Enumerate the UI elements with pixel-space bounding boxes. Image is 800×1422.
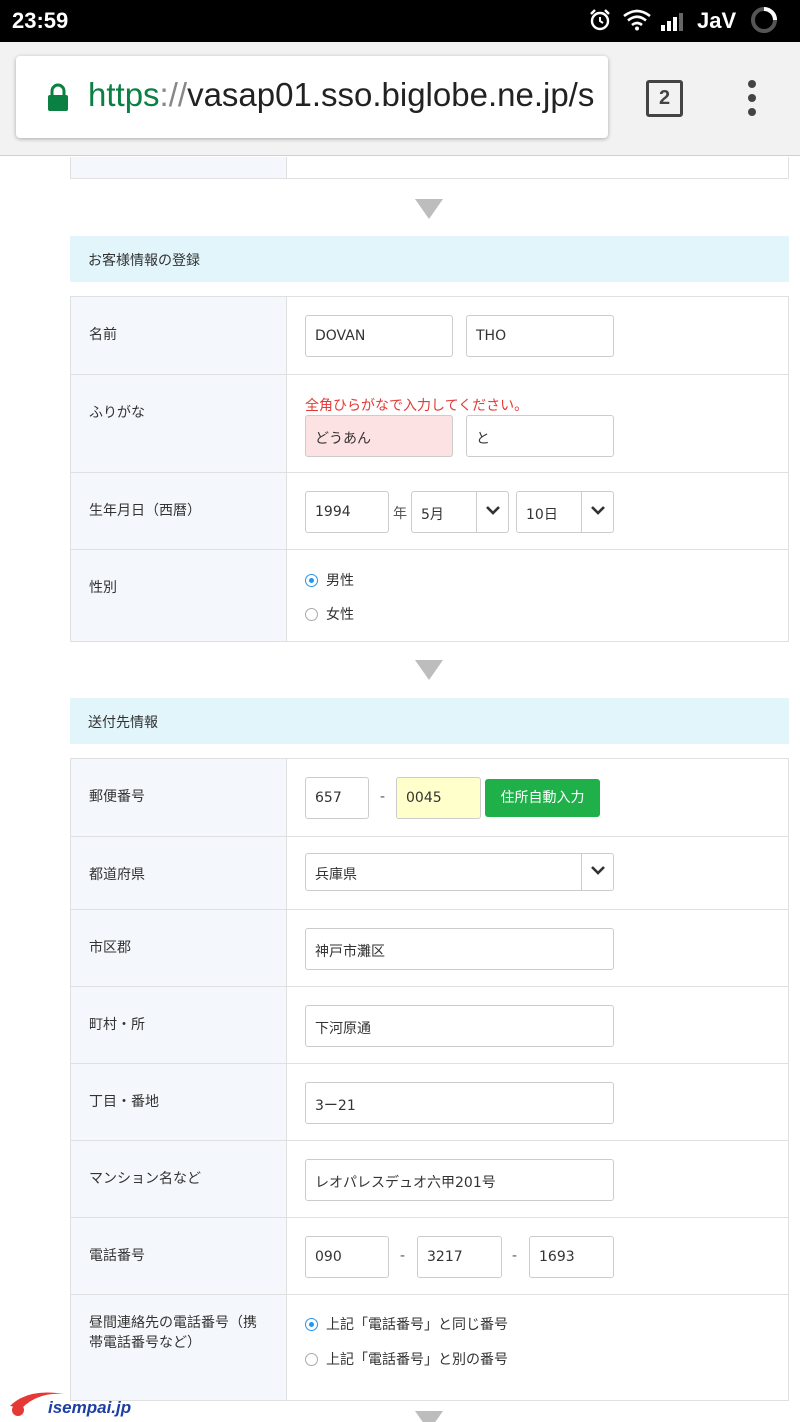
signal-icon — [661, 13, 683, 31]
overflow-menu-icon[interactable] — [744, 80, 760, 120]
url-host: vasap01.sso.biglobe.ne.jp/s — [187, 76, 595, 113]
postal-label: 郵便番号 — [71, 759, 287, 836]
furigana-error-message: 全角ひらがなで入力してください。 — [305, 398, 529, 414]
url-separator: :// — [159, 76, 188, 113]
watermark-text: isempai.jp — [48, 1398, 132, 1417]
gender-label: 性別 — [71, 550, 287, 641]
town-label: 町村・所 — [71, 987, 287, 1063]
watermark-logo: isempai.jp — [8, 1384, 132, 1422]
building-input[interactable]: レオパレスデュオ六甲201号 — [305, 1159, 614, 1201]
daytime-phone-same-radio[interactable]: 上記「電話番号」と同じ番号 — [305, 1314, 508, 1334]
year-unit: 年 — [393, 506, 407, 522]
status-bar: 23:59 JaV — [0, 0, 800, 42]
building-row: マンション名など レオパレスデュオ六甲201号 — [71, 1140, 788, 1217]
carrier-label: JaV — [697, 8, 737, 33]
address-bar[interactable]: https://vasap01.sso.biglobe.ne.jp/s — [16, 56, 608, 138]
chevron-down-icon — [476, 492, 508, 532]
phone-dash-1: - — [400, 1248, 406, 1264]
city-label: 市区郡 — [71, 910, 287, 986]
birth-day-select[interactable]: 10日 — [516, 491, 614, 533]
page-content: お客様情報の登録 名前 DOVAN THO ふりがな 全角ひらがなで入力してくだ… — [0, 157, 800, 1422]
name-label: 名前 — [71, 297, 287, 374]
birth-month-value: 5月 — [421, 507, 444, 523]
shipping-form-table: 郵便番号 657 - 0045 住所自動入力 都道府県 兵庫県 市区郡 神戸市灘… — [70, 758, 789, 1401]
block-row: 丁目・番地 3ー21 — [71, 1063, 788, 1140]
block-input[interactable]: 3ー21 — [305, 1082, 614, 1124]
step-arrow-icon — [415, 199, 443, 219]
last-name-input[interactable]: DOVAN — [305, 315, 453, 357]
city-input[interactable]: 神戸市灘区 — [305, 928, 614, 970]
birth-day-value: 10日 — [526, 507, 558, 523]
section-header-shipping: 送付先情報 — [70, 698, 789, 744]
prefecture-select[interactable]: 兵庫県 — [305, 853, 614, 891]
step-arrow-icon — [415, 1411, 443, 1422]
phone-part3-input[interactable]: 1693 — [529, 1236, 614, 1278]
url-text: https://vasap01.sso.biglobe.ne.jp/s — [88, 76, 594, 114]
first-name-furigana-input[interactable]: と — [466, 415, 614, 457]
prefecture-row: 都道府県 兵庫県 — [71, 836, 788, 909]
town-row: 町村・所 下河原通 — [71, 986, 788, 1063]
phone-part1-input[interactable]: 090 — [305, 1236, 389, 1278]
prefecture-value: 兵庫県 — [315, 867, 357, 883]
gender-female-label: 女性 — [326, 607, 354, 623]
town-input[interactable]: 下河原通 — [305, 1005, 614, 1047]
gender-row: 性別 男性 女性 — [71, 549, 788, 641]
url-scheme: https — [88, 76, 160, 113]
phone-dash-2: - — [512, 1248, 518, 1264]
radio-unselected-icon — [305, 607, 318, 621]
radio-selected-icon — [305, 573, 318, 587]
birthday-row: 生年月日（西暦） 1994 年 5月 10日 — [71, 472, 788, 549]
section-header-customer: お客様情報の登録 — [70, 236, 789, 282]
city-row: 市区郡 神戸市灘区 — [71, 909, 788, 986]
radio-unselected-icon — [305, 1352, 318, 1366]
browser-toolbar: https://vasap01.sso.biglobe.ne.jp/s 2 — [0, 42, 800, 156]
last-name-furigana-input[interactable]: どうあん — [305, 415, 453, 457]
address-autofill-button[interactable]: 住所自動入力 — [485, 779, 600, 817]
phone-label: 電話番号 — [71, 1218, 287, 1294]
furigana-row: ふりがな 全角ひらがなで入力してください。 どうあん と — [71, 374, 788, 472]
postal-code-part2-input[interactable]: 0045 — [396, 777, 481, 819]
radio-selected-icon — [305, 1317, 318, 1331]
lock-icon — [48, 83, 68, 111]
tab-switcher-button[interactable]: 2 — [646, 80, 683, 117]
building-label: マンション名など — [71, 1141, 287, 1217]
gender-male-radio[interactable]: 男性 — [305, 570, 354, 590]
daytime-phone-other-radio[interactable]: 上記「電話番号」と別の番号 — [305, 1349, 508, 1369]
status-time: 23:59 — [12, 8, 69, 33]
block-label: 丁目・番地 — [71, 1064, 287, 1140]
furigana-label: ふりがな — [71, 375, 287, 472]
name-row: 名前 DOVAN THO — [71, 297, 788, 374]
birth-month-select[interactable]: 5月 — [411, 491, 509, 533]
daytime-phone-same-label: 上記「電話番号」と同じ番号 — [326, 1317, 508, 1333]
chevron-down-icon — [581, 854, 613, 890]
previous-table-fragment — [70, 157, 789, 179]
postal-dash: - — [380, 789, 386, 805]
wifi-icon — [623, 9, 651, 31]
birth-year-input[interactable]: 1994 — [305, 491, 389, 533]
alarm-icon — [590, 9, 610, 31]
gender-female-radio[interactable]: 女性 — [305, 604, 354, 624]
step-arrow-icon — [415, 660, 443, 680]
phone-part2-input[interactable]: 3217 — [417, 1236, 502, 1278]
birthday-label: 生年月日（西暦） — [71, 473, 287, 549]
gender-male-label: 男性 — [326, 573, 354, 589]
phone-row: 電話番号 090 - 3217 - 1693 — [71, 1217, 788, 1294]
chevron-down-icon — [581, 492, 613, 532]
postal-code-part1-input[interactable]: 657 — [305, 777, 369, 819]
daytime-phone-row: 昼間連絡先の電話番号（携帯電話番号など） 上記「電話番号」と同じ番号 上記「電話… — [71, 1294, 788, 1400]
customer-form-table: 名前 DOVAN THO ふりがな 全角ひらがなで入力してください。 どうあん … — [70, 296, 789, 642]
loading-spinner-icon — [751, 7, 777, 33]
postal-row: 郵便番号 657 - 0045 住所自動入力 — [71, 759, 788, 836]
first-name-input[interactable]: THO — [466, 315, 614, 357]
prefecture-label: 都道府県 — [71, 837, 287, 909]
daytime-phone-other-label: 上記「電話番号」と別の番号 — [326, 1352, 508, 1368]
